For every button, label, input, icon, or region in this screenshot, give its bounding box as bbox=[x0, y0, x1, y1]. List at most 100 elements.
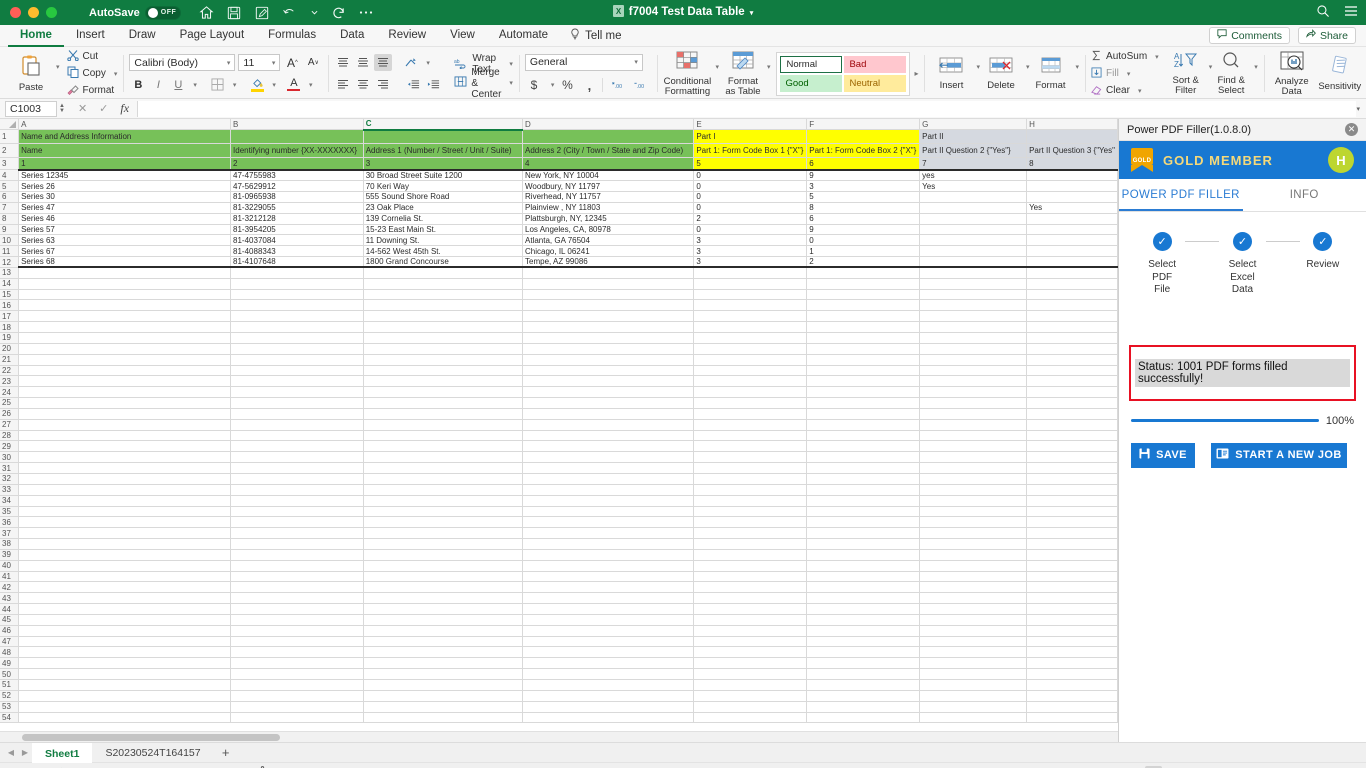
cell-h46[interactable] bbox=[1027, 625, 1118, 636]
cell-h11[interactable] bbox=[1027, 246, 1118, 257]
row-header-35[interactable]: 35 bbox=[0, 506, 19, 517]
cell-d39[interactable] bbox=[523, 549, 694, 560]
cancel-icon[interactable]: ✕ bbox=[78, 102, 87, 115]
cell-g10[interactable] bbox=[920, 235, 1027, 246]
cell-b25[interactable] bbox=[231, 398, 364, 409]
table-row[interactable]: 7Series 4781-322905523 Oak PlacePlainvie… bbox=[0, 202, 1118, 213]
table-row[interactable]: 16 bbox=[0, 300, 1118, 311]
align-center-icon[interactable] bbox=[354, 76, 372, 93]
cell-styles-gallery[interactable]: Normal Bad Good Neutral bbox=[776, 52, 910, 96]
cell-e28[interactable] bbox=[694, 430, 807, 441]
column-header-h[interactable]: H bbox=[1027, 119, 1118, 130]
tab-review[interactable]: Review bbox=[376, 25, 438, 47]
cell-d49[interactable] bbox=[523, 658, 694, 669]
percent-format-button[interactable]: % bbox=[558, 77, 576, 94]
cell-a9[interactable]: Series 57 bbox=[19, 224, 231, 235]
cell-g5[interactable]: Yes bbox=[920, 181, 1027, 192]
cell-d8[interactable]: Plattsburgh, NY, 12345 bbox=[523, 213, 694, 224]
cell-b14[interactable] bbox=[231, 278, 364, 289]
delete-cells-button[interactable]: Delete bbox=[980, 56, 1022, 91]
cell-d27[interactable] bbox=[523, 419, 694, 430]
cell-h5[interactable] bbox=[1027, 181, 1118, 192]
prev-sheet-icon[interactable]: ◀ bbox=[4, 748, 18, 757]
cell-e4[interactable]: 0 bbox=[694, 170, 807, 181]
cell-d25[interactable] bbox=[523, 398, 694, 409]
font-family-chevron-down-icon[interactable]: ▾ bbox=[227, 59, 231, 67]
fx-icon[interactable]: fx bbox=[120, 101, 129, 116]
row-header-53[interactable]: 53 bbox=[0, 701, 19, 712]
cell-b2[interactable]: Identifying number {XX-XXXXXXX} bbox=[231, 144, 364, 158]
analyze-data-button[interactable]: Analyze Data bbox=[1270, 50, 1314, 97]
cell-c19[interactable] bbox=[363, 333, 522, 344]
orientation-icon[interactable] bbox=[402, 54, 420, 71]
cell-c41[interactable] bbox=[363, 571, 522, 582]
cell-f48[interactable] bbox=[807, 647, 920, 658]
cell-g20[interactable] bbox=[920, 343, 1027, 354]
cell-e47[interactable] bbox=[694, 636, 807, 647]
cell-f34[interactable] bbox=[807, 495, 920, 506]
cell-f44[interactable] bbox=[807, 604, 920, 615]
table-row[interactable]: 26 bbox=[0, 408, 1118, 419]
cell-d12[interactable]: Tempe, AZ 99086 bbox=[523, 257, 694, 268]
row-header-43[interactable]: 43 bbox=[0, 593, 19, 604]
cell-c14[interactable] bbox=[363, 278, 522, 289]
cell-h47[interactable] bbox=[1027, 636, 1118, 647]
cell-a33[interactable] bbox=[19, 484, 231, 495]
table-row[interactable]: 23 bbox=[0, 376, 1118, 387]
cell-g14[interactable] bbox=[920, 278, 1027, 289]
cell-h51[interactable] bbox=[1027, 680, 1118, 691]
row-header-33[interactable]: 33 bbox=[0, 484, 19, 495]
table-row[interactable]: 1 Name and Address Information Part I Pa… bbox=[0, 130, 1118, 144]
cell-g23[interactable] bbox=[920, 376, 1027, 387]
cell-g22[interactable] bbox=[920, 365, 1027, 376]
cell-c30[interactable] bbox=[363, 452, 522, 463]
row-header-5[interactable]: 5 bbox=[0, 181, 19, 192]
sort-filter-button[interactable]: AZ Sort & Filter bbox=[1167, 51, 1205, 96]
cell-d54[interactable] bbox=[523, 712, 694, 723]
cell-b48[interactable] bbox=[231, 647, 364, 658]
cell-d44[interactable] bbox=[523, 604, 694, 615]
cell-e22[interactable] bbox=[694, 365, 807, 376]
cell-a21[interactable] bbox=[19, 354, 231, 365]
cell-g28[interactable] bbox=[920, 430, 1027, 441]
cell-b34[interactable] bbox=[231, 495, 364, 506]
decrease-decimal-icon[interactable]: .00 bbox=[633, 77, 651, 94]
cell-c32[interactable] bbox=[363, 473, 522, 484]
cell-c34[interactable] bbox=[363, 495, 522, 506]
row-header-31[interactable]: 31 bbox=[0, 463, 19, 474]
row-header-23[interactable]: 23 bbox=[0, 376, 19, 387]
cell-h54[interactable] bbox=[1027, 712, 1118, 723]
row-header-50[interactable]: 50 bbox=[0, 669, 19, 680]
paste-button[interactable]: Paste bbox=[10, 54, 52, 93]
cell-a11[interactable]: Series 67 bbox=[19, 246, 231, 257]
save-icon[interactable] bbox=[227, 5, 242, 20]
row-header-52[interactable]: 52 bbox=[0, 690, 19, 701]
table-row[interactable]: 12Series 6881-41076481800 Grand Concours… bbox=[0, 257, 1118, 268]
maximize-window-button[interactable] bbox=[46, 7, 57, 18]
cell-a36[interactable] bbox=[19, 517, 231, 528]
cell-e34[interactable] bbox=[694, 495, 807, 506]
cell-h22[interactable] bbox=[1027, 365, 1118, 376]
cell-b28[interactable] bbox=[231, 430, 364, 441]
row-header-6[interactable]: 6 bbox=[0, 192, 19, 203]
cell-b35[interactable] bbox=[231, 506, 364, 517]
cell-b9[interactable]: 81-3954205 bbox=[231, 224, 364, 235]
table-row[interactable]: 37 bbox=[0, 528, 1118, 539]
format-cells-button[interactable]: Format bbox=[1030, 56, 1072, 91]
table-row[interactable]: 28 bbox=[0, 430, 1118, 441]
cell-f41[interactable] bbox=[807, 571, 920, 582]
cell-b46[interactable] bbox=[231, 625, 364, 636]
cell-b49[interactable] bbox=[231, 658, 364, 669]
cell-c13[interactable] bbox=[363, 267, 522, 278]
cell-g46[interactable] bbox=[920, 625, 1027, 636]
cell-h3[interactable]: 8 bbox=[1027, 158, 1118, 170]
cell-f54[interactable] bbox=[807, 712, 920, 723]
cell-a18[interactable] bbox=[19, 322, 231, 333]
cell-h32[interactable] bbox=[1027, 473, 1118, 484]
pane-tab-bar[interactable]: POWER PDF FILLER INFO bbox=[1119, 179, 1366, 212]
format-as-table-button[interactable]: Format as Table bbox=[723, 50, 763, 97]
cell-f22[interactable] bbox=[807, 365, 920, 376]
cell-b23[interactable] bbox=[231, 376, 364, 387]
table-row[interactable]: 40 bbox=[0, 560, 1118, 571]
cell-c4[interactable]: 30 Broad Street Suite 1200 bbox=[363, 170, 522, 181]
